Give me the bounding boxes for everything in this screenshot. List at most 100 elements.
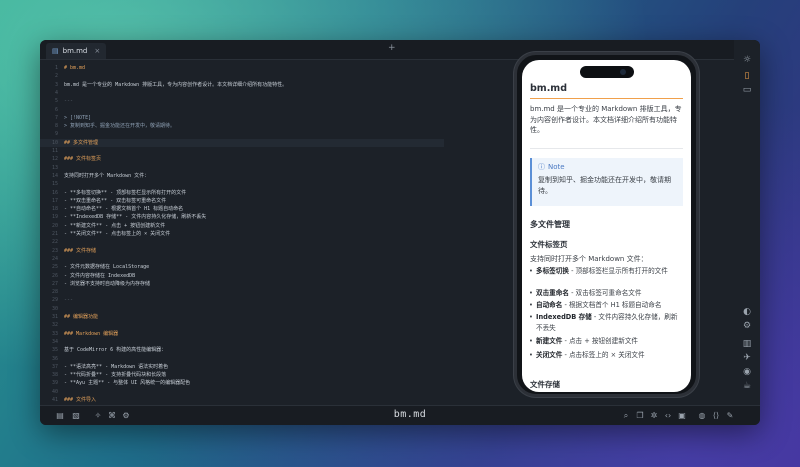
editor-line[interactable]: 38 - **代码折叠** - 支持折叠代码块和长段落 bbox=[40, 371, 444, 379]
line-number: 26 bbox=[51, 272, 58, 279]
editor-line[interactable]: 12 ### 文件标签页 bbox=[40, 155, 444, 163]
zoom-icon[interactable]: ⌕ bbox=[620, 410, 632, 422]
editor-line[interactable]: 26 - 文件内容存储在 IndexedDB bbox=[40, 272, 444, 280]
markdown-editor[interactable]: 1 # bm.md 2 3 bm.md 是一个专业的 Markdown 排版工具，专为内… bbox=[40, 60, 444, 405]
editor-line[interactable]: 6 bbox=[40, 106, 444, 114]
settings-icon[interactable]: ⚙ bbox=[120, 410, 132, 422]
editor-line[interactable]: 9 bbox=[40, 130, 444, 138]
line-number: 36 bbox=[51, 355, 58, 362]
editor-line[interactable]: 24 bbox=[40, 255, 444, 263]
line-text: 支持同时打开多个 Markdown 文件： bbox=[64, 172, 150, 179]
line-number: 22 bbox=[51, 239, 58, 246]
line-number: 33 bbox=[51, 330, 58, 337]
editor-line[interactable]: 7 > [!NOTE] bbox=[40, 114, 444, 122]
palette-icon[interactable]: ◐ bbox=[741, 306, 753, 318]
line-number: 14 bbox=[51, 172, 58, 179]
editor-line[interactable]: 2 bbox=[40, 72, 444, 80]
preview-title: bm.md bbox=[530, 83, 568, 94]
editor-line[interactable]: 21 - **关闭文件** - 点击标签上的 × 关闭文件 bbox=[40, 230, 444, 238]
file-tab[interactable]: ▤ bm.md × bbox=[46, 43, 107, 59]
editor-line[interactable]: 5 --- bbox=[40, 97, 444, 105]
line-text: ### 文件标签页 bbox=[64, 156, 102, 163]
note-callout: ⓘ Note 复制到知乎、掘金功能还在开发中，敬请期待。 bbox=[530, 158, 683, 206]
code-icon[interactable]: ‹› bbox=[662, 410, 674, 422]
line-number: 18 bbox=[51, 206, 58, 213]
close-tab-icon[interactable]: × bbox=[94, 47, 100, 55]
line-number: 23 bbox=[51, 247, 58, 254]
editor-line[interactable]: 23 ### 文件存储 bbox=[40, 247, 444, 255]
preview-list-item: 双击重命名 - 双击标签可重命名文件 bbox=[529, 288, 683, 299]
right-toolbar: ☼ ▯ ▭ ◐ ⚙ ▥ ✈ ◉ ☕ bbox=[734, 40, 760, 405]
line-number: 20 bbox=[51, 222, 58, 229]
editor-line[interactable]: 18 - **自动命名** - 根据文档首个 H1 标题自动命名 bbox=[40, 205, 444, 213]
copy-icon[interactable]: ❐ bbox=[634, 410, 646, 422]
note-label: Note bbox=[548, 163, 565, 171]
editor-line[interactable]: 20 - **新建文件** - 点击 + 按钮创建新文件 bbox=[40, 222, 444, 230]
line-number: 19 bbox=[51, 214, 58, 221]
gear-icon[interactable]: ⚙ bbox=[741, 320, 753, 332]
line-text: > [!NOTE] bbox=[64, 114, 92, 121]
preview-h3: 文件标签页 bbox=[530, 240, 568, 249]
editor-line[interactable]: 10 ## 多文件管理 bbox=[40, 138, 444, 147]
dynamic-island bbox=[580, 66, 634, 78]
magic-wand-icon[interactable]: ✧ bbox=[92, 410, 104, 422]
command-icon[interactable]: ⌘ bbox=[106, 410, 118, 422]
preview-lead: 支持同时打开多个 Markdown 文件： bbox=[530, 255, 648, 263]
line-number: 13 bbox=[51, 164, 58, 171]
new-file-button[interactable]: + bbox=[388, 43, 396, 53]
editor-line[interactable]: 13 bbox=[40, 164, 444, 172]
editor-line[interactable]: 40 bbox=[40, 388, 444, 396]
editor-line[interactable]: 39 - **Ayu 主题** - 与整体 UI 风格统一的编辑器配色 bbox=[40, 379, 444, 387]
sun-icon[interactable]: ☼ bbox=[741, 54, 753, 66]
monitor-icon[interactable]: ▭ bbox=[741, 84, 753, 96]
editor-line[interactable]: 30 bbox=[40, 305, 444, 313]
editor-line[interactable]: 14 支持同时打开多个 Markdown 文件： bbox=[40, 172, 444, 180]
editor-line[interactable]: 37 - **语法高亮** - Markdown 语法实时着色 bbox=[40, 363, 444, 371]
github-icon[interactable]: ◉ bbox=[741, 366, 753, 378]
editor-line[interactable]: 31 ## 编辑器功能 bbox=[40, 313, 444, 321]
editor-line[interactable]: 36 bbox=[40, 355, 444, 363]
editor-line[interactable]: 27 - 浏览器不支持时自动降级为内存存储 bbox=[40, 280, 444, 288]
coffee-icon[interactable]: ☕ bbox=[741, 380, 753, 392]
theme-icon[interactable]: ◍ bbox=[696, 410, 708, 422]
editor-line[interactable]: 19 - **IndexedDB 存储** - 文件内容持久化存储，刷新不丢失 bbox=[40, 213, 444, 221]
editor-line[interactable]: 17 - **双击重命名** - 双击标签可重命名文件 bbox=[40, 197, 444, 205]
editor-line[interactable]: 11 bbox=[40, 147, 444, 155]
image-icon[interactable]: ▣ bbox=[676, 410, 688, 422]
editor-line[interactable]: 28 bbox=[40, 288, 444, 296]
twitter-icon[interactable]: ✈ bbox=[741, 352, 753, 364]
pen-icon[interactable]: ✎ bbox=[724, 410, 736, 422]
editor-line[interactable]: 34 bbox=[40, 338, 444, 346]
editor-line[interactable]: 35 基于 CodeMirror 6 构建的高性能编辑器： bbox=[40, 346, 444, 354]
editor-line[interactable]: 33 ### Markdown 编辑器 bbox=[40, 330, 444, 338]
editor-line[interactable]: 22 bbox=[40, 238, 444, 246]
line-text: --- bbox=[64, 297, 74, 304]
line-text: bm.md 是一个专业的 Markdown 排版工具，专为内容创作者设计。本文档… bbox=[64, 81, 288, 88]
list-item-desc: - 顶部标签栏显示所有打开的文件 bbox=[568, 267, 668, 275]
line-text: - **关闭文件** - 点击标签上的 × 关闭文件 bbox=[64, 231, 171, 237]
editor-line[interactable]: 41 ### 文件导入 bbox=[40, 396, 444, 404]
editor-line[interactable]: 32 bbox=[40, 321, 444, 329]
editor-line[interactable]: 8 > 复制到知乎、掘金功能还在开发中，敬请期待。 bbox=[40, 122, 444, 130]
editor-line[interactable]: 16 - **多标签切换** - 顶部标签栏显示所有打开的文件 bbox=[40, 189, 444, 197]
editor-line[interactable]: 25 - 文件元数据存储在 LocalStorage bbox=[40, 263, 444, 271]
wechat-icon[interactable]: ✲ bbox=[648, 410, 660, 422]
editor-line[interactable]: 3 bm.md 是一个专业的 Markdown 排版工具，专为内容创作者设计。本文… bbox=[40, 81, 444, 89]
list-item-term: 双击重命名 bbox=[536, 289, 569, 297]
file-icon[interactable]: ▤ bbox=[54, 410, 66, 422]
editor-line[interactable]: 4 bbox=[40, 89, 444, 97]
line-number: 34 bbox=[51, 338, 58, 345]
line-text: - **双击重命名** - 双击标签可重命名文件 bbox=[64, 197, 167, 204]
line-text: --- bbox=[64, 98, 74, 105]
line-number: 17 bbox=[51, 197, 58, 204]
line-text: - **自动命名** - 根据文档首个 H1 标题自动命名 bbox=[64, 206, 184, 213]
phone-icon[interactable]: ▯ bbox=[741, 70, 753, 82]
book-icon[interactable]: ▥ bbox=[741, 338, 753, 350]
line-text: ### 文件存储 bbox=[64, 247, 97, 254]
line-number: 9 bbox=[54, 131, 58, 138]
editor-line[interactable]: 1 # bm.md bbox=[40, 64, 444, 72]
editor-line[interactable]: 29 --- bbox=[40, 296, 444, 304]
editor-line[interactable]: 15 bbox=[40, 180, 444, 188]
code-brackets-icon[interactable]: ⟨⟩ bbox=[710, 410, 722, 422]
file-export-icon[interactable]: ▧ bbox=[70, 410, 82, 422]
